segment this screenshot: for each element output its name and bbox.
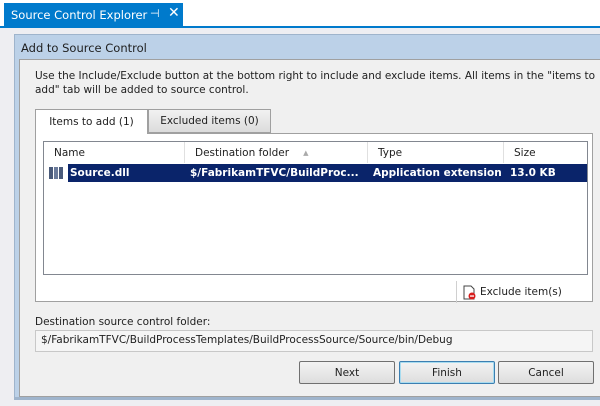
dll-file-icon bbox=[49, 167, 63, 179]
destination-folder-label: Destination source control folder: bbox=[35, 316, 211, 328]
cancel-button[interactable]: Cancel bbox=[498, 361, 594, 384]
add-to-source-control-dialog: Add to Source Control Use the Include/Ex… bbox=[14, 34, 600, 400]
close-icon[interactable]: ✕ bbox=[168, 5, 180, 21]
cell-destination: $/FabrikamTFVC/BuildProc... bbox=[190, 167, 359, 179]
items-list[interactable]: Name Destination folder ▲ Type Size Sourc… bbox=[43, 141, 588, 275]
column-header-destination[interactable]: Destination folder ▲ bbox=[185, 142, 368, 163]
header-label: Destination folder bbox=[195, 146, 290, 159]
column-header-type[interactable]: Type bbox=[368, 142, 504, 163]
tab-excluded-items[interactable]: Excluded items (0) bbox=[148, 109, 271, 133]
exclude-label: Exclude item(s) bbox=[480, 286, 562, 298]
dialog-title: Add to Source Control bbox=[21, 41, 147, 55]
tab-source-control-explorer[interactable]: Source Control Explorer ⊣ ✕ bbox=[4, 3, 183, 26]
cell-type: Application extension bbox=[373, 167, 502, 179]
tab-title: Source Control Explorer bbox=[11, 7, 148, 22]
cell-name: Source.dll bbox=[70, 167, 130, 179]
exclude-items-button[interactable]: Exclude item(s) bbox=[456, 281, 562, 303]
next-button[interactable]: Next bbox=[299, 361, 395, 384]
pin-icon[interactable]: ⊣ bbox=[150, 7, 160, 20]
sort-ascending-icon: ▲ bbox=[303, 148, 309, 157]
column-header-name[interactable]: Name bbox=[44, 142, 185, 163]
table-row[interactable]: Source.dll $/FabrikamTFVC/BuildProc... A… bbox=[68, 164, 587, 182]
exclude-file-icon bbox=[463, 285, 476, 299]
finish-button[interactable]: Finish bbox=[399, 361, 495, 384]
tab-underline bbox=[0, 26, 600, 28]
destination-folder-field[interactable]: $/FabrikamTFVC/BuildProcessTemplates/Bui… bbox=[35, 330, 593, 352]
column-header-size[interactable]: Size bbox=[504, 142, 589, 163]
instructions-text: Use the Include/Exclude button at the bo… bbox=[35, 70, 596, 96]
dialog-body: Use the Include/Exclude button at the bo… bbox=[19, 59, 600, 397]
tab-panel: Name Destination folder ▲ Type Size Sourc… bbox=[35, 133, 593, 303]
tab-items-to-add[interactable]: Items to add (1) bbox=[35, 109, 148, 134]
cell-size: 13.0 KB bbox=[510, 167, 556, 179]
